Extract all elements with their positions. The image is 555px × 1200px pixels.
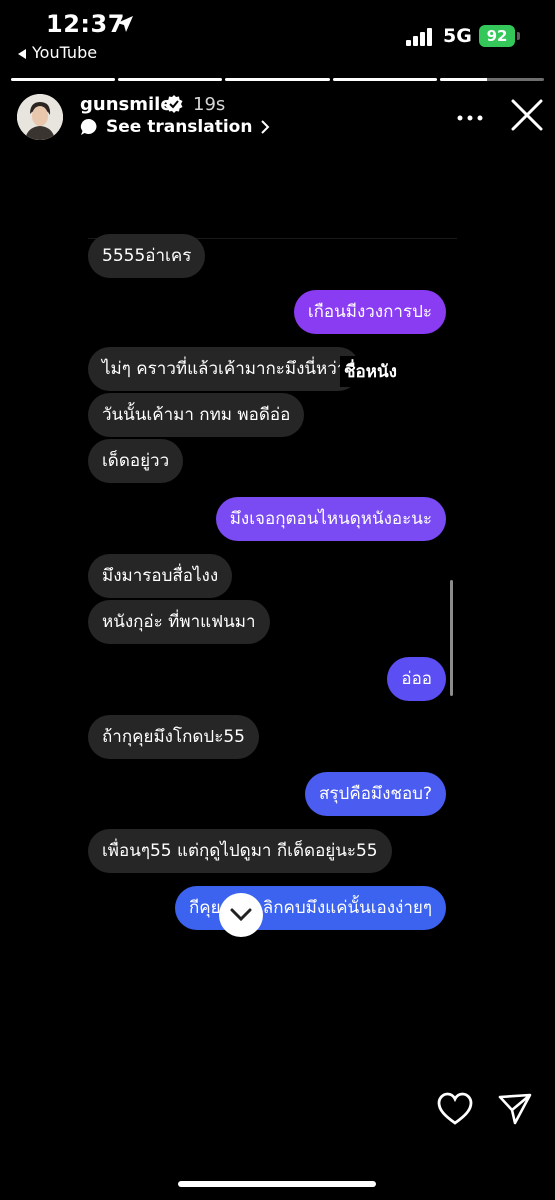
progress-segment <box>118 78 223 81</box>
progress-segment <box>225 78 330 81</box>
outgoing-message-bubble: มึงเจอกุตอนไหนดุหนังอะนะ <box>215 497 446 541</box>
location-arrow-icon <box>117 16 133 32</box>
incoming-message-bubble: มึงมารอบสื่อไงง <box>88 554 233 598</box>
incoming-message-bubble: ถ้ากุคุยมึงโกดปะ55 <box>88 715 259 759</box>
send-icon[interactable] <box>498 1092 532 1126</box>
chevron-right-icon <box>261 120 270 134</box>
incoming-message-bubble: เพื่อนๆ55 แต่กุดูไปดูมา กีเด็ดอยู่นะ55 <box>88 829 392 873</box>
story-age: 19s <box>193 94 226 115</box>
incoming-message-bubble: ไม่ๆ คราวที่แล้วเค้ามากะมึงนี่หว่า <box>88 347 361 391</box>
incoming-message-bubble: เด็ดอยู่วว <box>88 439 184 483</box>
cellular-signal-icon <box>406 28 432 46</box>
progress-segment <box>332 78 437 81</box>
close-icon[interactable] <box>510 98 544 132</box>
progress-fill <box>332 78 437 81</box>
home-indicator <box>178 1181 376 1187</box>
text-sticker: ชื่อหนัง <box>340 356 401 387</box>
more-options-icon[interactable] <box>456 104 484 132</box>
see-translation-label: See translation <box>106 117 253 137</box>
back-triangle-icon <box>18 48 26 59</box>
incoming-message-bubble: 5555อ่าเคร <box>88 234 206 278</box>
incoming-message-bubble: หนังกุอ่ะ ที่พาแฟนมา <box>88 600 270 644</box>
verified-badge-icon <box>165 95 183 113</box>
battery-level: 92 <box>486 27 508 45</box>
progress-fill <box>225 78 330 81</box>
outgoing-message-bubble: เกือนมีงวงการปะ <box>293 290 446 334</box>
scroll-down-button[interactable] <box>219 893 263 937</box>
status-bar: 12:37 YouTube 5G 92 <box>0 0 555 75</box>
username[interactable]: gunsmile <box>80 94 173 115</box>
battery-indicator: 92 <box>479 25 520 47</box>
see-translation-button[interactable]: See translation <box>80 117 270 137</box>
incoming-message-bubble: วันนั้นเค้ามา กทม พอดีอ่อ <box>88 393 305 437</box>
back-to-app-link[interactable]: YouTube <box>18 43 97 62</box>
heart-icon[interactable] <box>437 1092 473 1126</box>
progress-fill <box>439 78 487 81</box>
scrollbar[interactable] <box>450 580 453 696</box>
story-header: gunsmile 19s See translation <box>0 92 555 152</box>
avatar[interactable] <box>17 94 63 140</box>
network-type: 5G <box>443 25 472 47</box>
outgoing-message-bubble: อ่ออ <box>387 657 446 701</box>
progress-segment <box>439 78 545 81</box>
progress-fill <box>11 78 116 81</box>
outgoing-message-bubble: สรุปคือมึงชอบ? <box>305 772 446 816</box>
story-progress-bar <box>11 78 545 81</box>
status-time: 12:37 <box>46 10 125 38</box>
chevron-down-icon <box>230 908 252 922</box>
outgoing-message-bubble: กีคุย แล้วเลิกคบมึงแค่นั้นเองง่ายๆ <box>175 886 446 930</box>
progress-segment <box>11 78 116 81</box>
speech-bubble-icon <box>80 118 97 135</box>
progress-fill <box>118 78 223 81</box>
back-app-label: YouTube <box>32 43 98 62</box>
